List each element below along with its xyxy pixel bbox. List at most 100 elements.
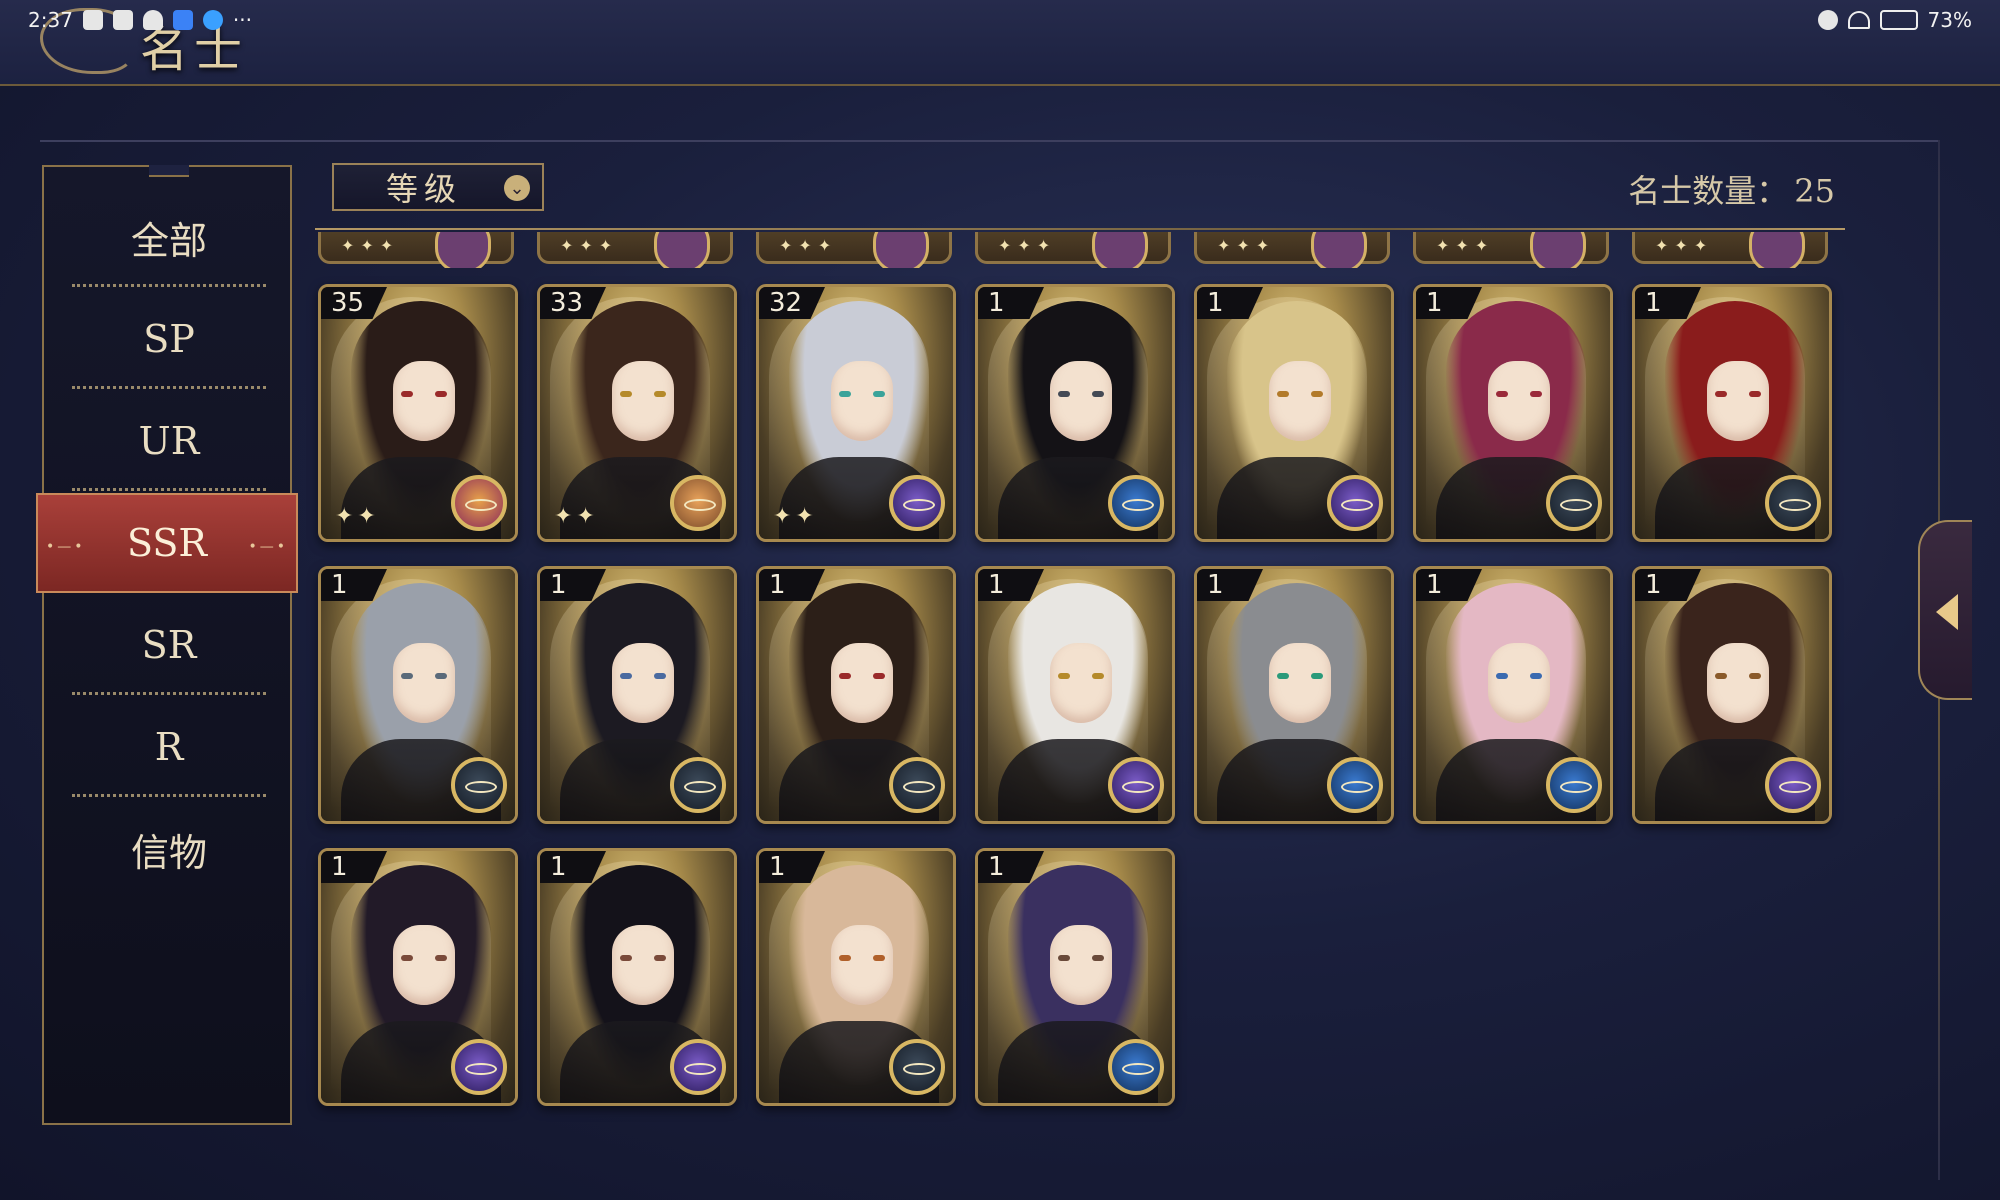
sidebar-item-1[interactable]: SP	[44, 289, 294, 389]
character-card-partial[interactable]: ✦✦✦	[1194, 232, 1390, 268]
sidebar-item-4[interactable]: SR	[44, 595, 294, 695]
character-card[interactable]: 1	[756, 566, 956, 824]
portrait-eyes	[401, 391, 447, 397]
sidebar-divider	[72, 488, 266, 491]
character-card[interactable]: 1	[975, 284, 1175, 542]
character-card[interactable]: 1	[318, 848, 518, 1106]
portrait-eyes	[620, 391, 666, 397]
level-value: 1	[988, 570, 1005, 600]
faction-emblem-icon	[1327, 475, 1383, 531]
star-icon: ✦✦✦	[1217, 236, 1276, 255]
portrait-face	[1050, 643, 1112, 723]
character-card[interactable]: 1	[1413, 566, 1613, 824]
sidebar-item-label: R	[154, 725, 184, 769]
faction-emblem-icon	[1327, 757, 1383, 813]
character-card[interactable]: ✦✦ 33	[537, 284, 737, 542]
sidebar-item-2[interactable]: UR	[44, 391, 294, 491]
level-value: 1	[1645, 570, 1662, 600]
character-card-partial[interactable]: ✦✦✦	[756, 232, 952, 268]
character-card-partial[interactable]: ✦✦✦	[537, 232, 733, 268]
portrait-face	[612, 643, 674, 723]
portrait-face	[1050, 361, 1112, 441]
portrait-face	[1269, 643, 1331, 723]
character-card[interactable]: ✦✦ 35	[318, 284, 518, 542]
portrait-eyes	[620, 955, 666, 961]
character-card[interactable]: 1	[975, 566, 1175, 824]
expand-panel-tab[interactable]	[1918, 520, 1972, 700]
character-card[interactable]: ✦✦ 32	[756, 284, 956, 542]
portrait-face	[831, 643, 893, 723]
faction-emblem-icon	[1765, 757, 1821, 813]
sidebar-item-3[interactable]: SSR •—• •—•	[36, 493, 298, 593]
arrow-left-icon	[1936, 594, 1958, 630]
faction-emblem-icon	[1108, 1039, 1164, 1095]
portrait-eyes	[1496, 391, 1542, 397]
character-card[interactable]: 1	[1632, 284, 1832, 542]
character-count-label: 名士数量：	[1628, 172, 1789, 210]
character-card[interactable]: 1	[1413, 284, 1613, 542]
faction-emblem-icon	[1546, 757, 1602, 813]
star-icon: ✦✦	[554, 504, 599, 529]
sidebar-item-5[interactable]: R	[44, 697, 294, 797]
sidebar-item-label: UR	[138, 419, 200, 463]
sidebar-divider	[72, 386, 266, 389]
character-card[interactable]: 1	[1194, 566, 1394, 824]
star-icon: ✦✦	[773, 504, 818, 529]
character-card[interactable]: 1	[318, 566, 518, 824]
character-card-partial[interactable]: ✦✦✦	[975, 232, 1171, 268]
character-card-partial[interactable]: ✦✦✦	[1413, 232, 1609, 268]
portrait-eyes	[1496, 673, 1542, 679]
faction-emblem-icon	[670, 475, 726, 531]
portrait-face	[1707, 361, 1769, 441]
faction-emblem-icon	[1108, 475, 1164, 531]
level-value: 33	[550, 288, 584, 318]
portrait-eyes	[1277, 673, 1323, 679]
faction-emblem-icon	[670, 757, 726, 813]
level-value: 1	[1426, 288, 1443, 318]
character-card[interactable]: 1	[1632, 566, 1832, 824]
faction-emblem-icon	[1749, 232, 1805, 268]
sidebar-item-0[interactable]: 全部	[44, 187, 294, 287]
app-icon	[172, 10, 193, 30]
portrait-face	[831, 361, 893, 441]
level-value: 1	[550, 570, 567, 600]
character-card-partial[interactable]: ✦✦✦	[1632, 232, 1828, 268]
wifi-icon	[1847, 11, 1870, 29]
sidebar-divider	[72, 284, 266, 287]
faction-emblem-icon	[1530, 232, 1586, 268]
level-value: 32	[769, 288, 803, 318]
portrait-face	[1488, 361, 1550, 441]
faction-emblem-icon	[1108, 757, 1164, 813]
character-card[interactable]: 1	[756, 848, 956, 1106]
faction-emblem-icon	[451, 757, 507, 813]
faction-emblem-icon	[451, 1039, 507, 1095]
character-card-partial[interactable]: ✦✦✦	[318, 232, 514, 268]
faction-emblem-icon	[889, 475, 945, 531]
character-card[interactable]: 1	[1194, 284, 1394, 542]
level-value: 1	[988, 288, 1005, 318]
portrait-face	[612, 925, 674, 1005]
sidebar-item-6[interactable]: 信物	[44, 799, 294, 899]
portrait-eyes	[839, 955, 885, 961]
sidebar-item-label: 信物	[130, 830, 207, 875]
sort-dropdown[interactable]: 等级 ⌄	[332, 163, 544, 211]
portrait-eyes	[1715, 673, 1761, 679]
sidebar-item-label: 全部	[130, 218, 207, 263]
cloud-icon	[202, 10, 223, 30]
level-value: 1	[1645, 288, 1662, 318]
level-value: 1	[1426, 570, 1443, 600]
faction-emblem-icon	[1092, 232, 1148, 268]
star-icon: ✦✦✦	[779, 236, 838, 255]
header-divider	[315, 228, 1845, 230]
sidebar-item-label: SSR	[126, 521, 207, 565]
faction-emblem-icon	[1311, 232, 1367, 268]
clock: 2:37	[28, 8, 73, 32]
faction-emblem-icon	[435, 232, 491, 268]
character-card[interactable]: 1	[537, 848, 737, 1106]
character-card[interactable]: 1	[975, 848, 1175, 1106]
portrait-eyes	[620, 673, 666, 679]
level-value: 1	[1207, 570, 1224, 600]
character-card[interactable]: 1	[537, 566, 737, 824]
portrait-face	[1050, 925, 1112, 1005]
faction-emblem-icon	[889, 1039, 945, 1095]
